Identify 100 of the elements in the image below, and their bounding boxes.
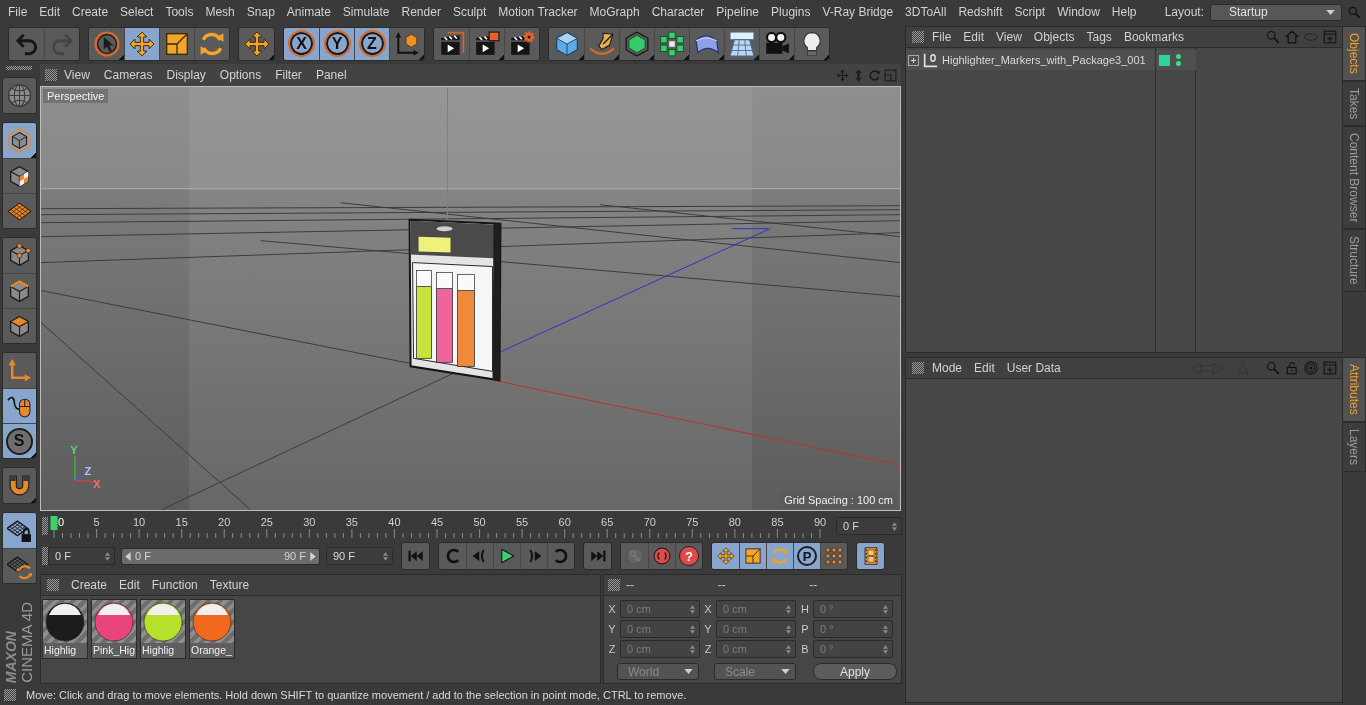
menu-item[interactable]: Options <box>212 67 269 83</box>
render-viewer-button[interactable] <box>469 27 504 60</box>
side-tab[interactable]: Takes <box>1343 80 1366 127</box>
material-tile[interactable]: Highlig <box>140 599 186 659</box>
render-settings-button[interactable] <box>504 27 539 60</box>
grip-icon[interactable] <box>4 689 16 701</box>
start-frame-field[interactable]: 0 F <box>48 547 115 565</box>
menu-item[interactable]: Script <box>1008 4 1052 20</box>
rotate-tool-button[interactable] <box>194 27 229 60</box>
selection-tool-button[interactable] <box>89 27 124 60</box>
material-tile[interactable]: Pink_Hig <box>91 599 137 659</box>
menu-item[interactable]: Simulate <box>336 4 396 20</box>
axis-lock-button[interactable]: Z <box>354 27 389 60</box>
menu-item[interactable]: View <box>990 29 1028 45</box>
question-mark-button[interactable]: ? <box>675 543 702 569</box>
pen-tool-button[interactable] <box>584 27 619 60</box>
layer-color-icon[interactable] <box>1159 54 1170 66</box>
menu-item[interactable]: 3DToAll <box>899 4 953 20</box>
subdivision-button[interactable] <box>619 27 654 60</box>
expand-icon[interactable] <box>908 54 919 66</box>
menu-item[interactable]: Edit <box>957 29 991 45</box>
move-tool-button[interactable] <box>238 26 275 61</box>
menu-item[interactable]: Create <box>66 4 115 20</box>
right-arrow-icon[interactable] <box>310 551 316 561</box>
grip-icon[interactable] <box>47 579 59 591</box>
move-tool-button[interactable] <box>712 543 739 569</box>
side-tab[interactable]: Structure <box>1343 229 1366 293</box>
menu-item[interactable]: Redshift <box>952 4 1009 20</box>
grip-icon[interactable] <box>912 362 924 374</box>
scale-tool-button[interactable] <box>739 543 766 569</box>
coordinate-system-button[interactable] <box>389 27 424 60</box>
rotate-tool-button[interactable] <box>766 543 793 569</box>
menu-item[interactable]: Window <box>1051 4 1106 20</box>
menu-item[interactable]: Tools <box>159 4 200 20</box>
grip-icon[interactable] <box>42 517 48 535</box>
menu-item[interactable]: Snap <box>240 4 281 20</box>
menu-item[interactable]: Cameras <box>96 67 160 83</box>
menu-item[interactable]: Display <box>159 67 213 83</box>
menu-item[interactable]: Plugins <box>765 4 817 20</box>
deformer-button[interactable] <box>689 27 724 60</box>
menu-item[interactable]: Create <box>65 577 114 593</box>
floor-button[interactable] <box>724 27 759 60</box>
workplane-lock-button[interactable] <box>2 513 36 548</box>
grip-icon[interactable] <box>912 31 924 43</box>
menu-item[interactable]: Texture <box>203 577 256 593</box>
left-arrow-icon[interactable] <box>125 551 131 561</box>
side-tab[interactable]: Content Browser <box>1343 126 1366 230</box>
menu-item[interactable]: Select <box>114 4 160 20</box>
workplane-rotate-button[interactable] <box>2 548 36 583</box>
axis-lock-button[interactable]: Y <box>319 27 354 60</box>
material-tile[interactable]: Highlig <box>42 599 88 659</box>
cube-button[interactable] <box>549 27 584 60</box>
next-key-button[interactable] <box>547 543 574 569</box>
menu-item[interactable]: Panel <box>308 67 354 83</box>
grip-icon[interactable] <box>42 547 48 565</box>
side-tab[interactable]: Layers <box>1343 421 1366 472</box>
timeline-button[interactable] <box>856 542 885 570</box>
workplane-mode-button[interactable] <box>2 193 36 228</box>
dot-grid-button[interactable] <box>820 543 847 569</box>
menu-item[interactable]: MoGraph <box>583 4 646 20</box>
menu-item[interactable]: Function <box>145 577 204 593</box>
menu-item[interactable]: Animate <box>280 4 337 20</box>
menu-item[interactable]: Tags <box>1080 29 1118 45</box>
tweak-mode-button[interactable] <box>2 388 36 423</box>
object-row[interactable]: Highlighter_Markers_with_Package3_001 <box>906 50 1196 70</box>
solo-button[interactable]: S <box>2 423 36 458</box>
material-tile[interactable]: Orange_ <box>189 599 235 659</box>
snap-button[interactable] <box>1 467 37 504</box>
side-tab[interactable]: Attributes <box>1343 357 1366 422</box>
menu-item[interactable]: V-Ray Bridge <box>816 4 900 20</box>
menu-item[interactable]: Edit <box>33 4 67 20</box>
menu-item[interactable]: File <box>926 29 958 45</box>
go-to-start-button[interactable] <box>401 542 430 570</box>
visibility-dot-icon[interactable] <box>1176 61 1181 66</box>
menu-item[interactable]: Objects <box>1027 29 1081 45</box>
camera-button[interactable] <box>759 27 794 60</box>
grip-icon[interactable] <box>6 66 32 70</box>
menu-item[interactable]: View <box>57 67 97 83</box>
layout-dropdown[interactable]: Startup <box>1210 3 1342 21</box>
end-frame-field[interactable]: 90 F <box>326 547 393 565</box>
globe-button[interactable] <box>1 77 37 114</box>
light-button[interactable] <box>794 27 829 60</box>
frame-field[interactable]: 0 F <box>836 517 902 535</box>
menu-item[interactable]: Motion Tracker <box>492 4 584 20</box>
menu-item[interactable]: File <box>2 4 34 20</box>
axis-lock-button[interactable]: X <box>284 27 319 60</box>
menu-item[interactable]: Edit <box>968 360 1001 376</box>
menu-item[interactable]: User Data <box>1000 360 1067 376</box>
menu-item[interactable]: Render <box>395 4 447 20</box>
playhead-marker[interactable] <box>50 516 58 530</box>
menu-item[interactable]: Pipeline <box>710 4 766 20</box>
timeline-ruler[interactable]: 0 5 10 15 20 25 30 35 40 45 50 55 60 65 70 75 80 85 90 <box>50 513 830 539</box>
menu-item[interactable]: Filter <box>268 67 309 83</box>
menu-item[interactable]: Edit <box>113 577 146 593</box>
polygons-mode-button[interactable] <box>2 308 36 343</box>
menu-item[interactable]: Mesh <box>199 4 241 20</box>
menu-item[interactable]: Help <box>1105 4 1143 20</box>
go-to-end-button[interactable] <box>583 542 612 570</box>
visibility-dot-icon[interactable] <box>1176 54 1181 59</box>
move-tool-button[interactable] <box>124 27 159 60</box>
